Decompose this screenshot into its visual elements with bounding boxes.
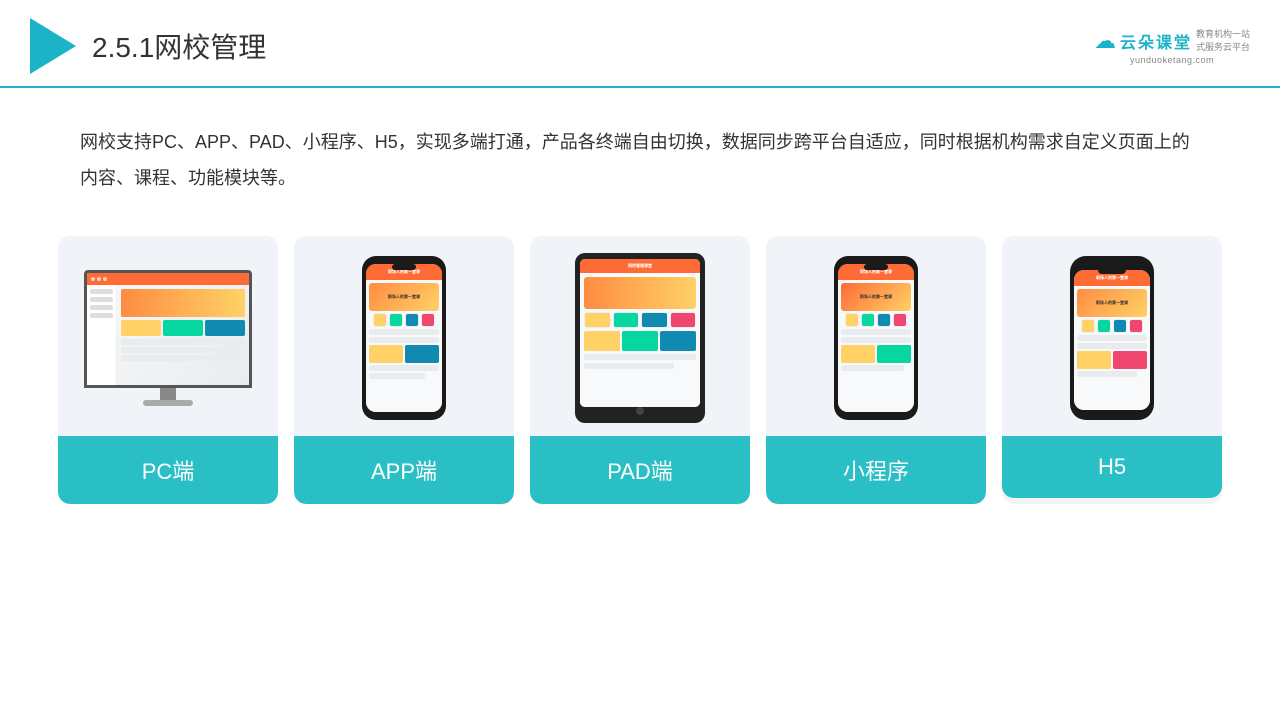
phone-mini-icon: 职场人的第一堂课 职场人的第一堂课 <box>834 256 918 420</box>
phone-screen-mini: 职场人的第一堂课 职场人的第一堂课 <box>838 264 914 412</box>
card-h5-label: H5 <box>1002 436 1222 498</box>
page-title: 2.5.1网校管理 <box>92 26 266 66</box>
phone-banner-text: 职场人的第一堂课 <box>388 294 420 300</box>
brand-name-en: yunduoketang.com <box>1130 55 1214 65</box>
phone-notch-mini <box>864 264 888 270</box>
description-text: 网校支持PC、APP、PAD、小程序、H5，实现多端打通，产品各终端自由切换，数… <box>0 88 1280 220</box>
brand-logo: ☁ 云朵课堂 教育机构一站式服务云平台 yunduoketang.com <box>1094 28 1250 65</box>
card-pad-image: 网校管理课堂 <box>530 236 750 436</box>
tablet-topbar-text: 网校管理课堂 <box>628 263 652 269</box>
brand-cloud-row: ☁ 云朵课堂 教育机构一站式服务云平台 <box>1094 28 1250 54</box>
card-h5: 职场人的第一堂课 职场人的第一堂课 <box>1002 236 1222 504</box>
title-number: 2.5.1 <box>92 32 154 63</box>
brand-tagline: 教育机构一站式服务云平台 <box>1196 28 1250 53</box>
phone-h5-icon: 职场人的第一堂课 职场人的第一堂课 <box>1070 256 1154 420</box>
cards-container: PC端 职场人的第一堂课 职场人的第一堂课 <box>0 220 1280 534</box>
phone-notch <box>392 264 416 270</box>
tablet-banner <box>584 277 696 309</box>
phone-screen-h5: 职场人的第一堂课 职场人的第一堂课 <box>1074 270 1150 410</box>
card-h5-image: 职场人的第一堂课 职场人的第一堂课 <box>1002 236 1222 436</box>
card-mini-label: 小程序 <box>766 436 986 504</box>
brand-name-cn: 云朵课堂 <box>1120 29 1192 53</box>
tablet-pad-icon: 网校管理课堂 <box>575 253 705 423</box>
card-app-image: 职场人的第一堂课 职场人的第一堂课 <box>294 236 514 436</box>
card-app-label: APP端 <box>294 436 514 504</box>
card-miniprogram-image: 职场人的第一堂课 职场人的第一堂课 <box>766 236 986 436</box>
cloud-icon: ☁ <box>1094 28 1116 54</box>
monitor-screen <box>84 270 252 388</box>
pc-monitor-icon <box>84 270 252 406</box>
logo-triangle-icon <box>30 18 76 74</box>
phone-notch-h5 <box>1098 266 1126 274</box>
card-pc: PC端 <box>58 236 278 504</box>
tablet-screen: 网校管理课堂 <box>580 259 700 407</box>
card-pad-label: PAD端 <box>530 436 750 504</box>
header-left: 2.5.1网校管理 <box>30 18 266 74</box>
card-pc-image <box>58 236 278 436</box>
card-pc-label: PC端 <box>58 436 278 504</box>
phone-mini-banner-text: 职场人的第一堂课 <box>860 294 892 300</box>
phone-h5-banner-text: 职场人的第一堂课 <box>1096 300 1128 306</box>
phone-screen: 职场人的第一堂课 职场人的第一堂课 <box>366 264 442 412</box>
card-miniprogram: 职场人的第一堂课 职场人的第一堂课 <box>766 236 986 504</box>
tablet-home-button <box>636 407 644 415</box>
title-text: 网校管理 <box>154 32 266 63</box>
phone-h5-topbar-text: 职场人的第一堂课 <box>1096 275 1128 281</box>
phone-app-icon: 职场人的第一堂课 职场人的第一堂课 <box>362 256 446 420</box>
header: 2.5.1网校管理 ☁ 云朵课堂 教育机构一站式服务云平台 yunduoketa… <box>0 0 1280 88</box>
card-pad: 网校管理课堂 <box>530 236 750 504</box>
card-app: 职场人的第一堂课 职场人的第一堂课 <box>294 236 514 504</box>
